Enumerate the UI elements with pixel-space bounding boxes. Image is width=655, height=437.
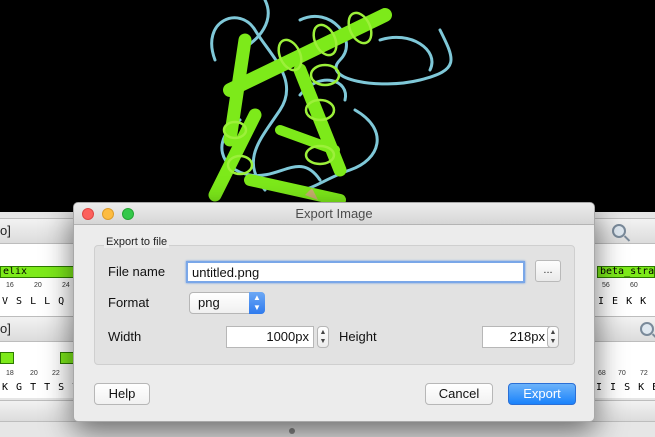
minimize-window-button[interactable]: [102, 208, 114, 220]
height-label: Height: [339, 329, 377, 344]
browse-button[interactable]: ...: [535, 260, 561, 282]
sequence-residues: I I S K E: [596, 382, 655, 393]
panel-header-label: o]: [0, 223, 11, 238]
sequence-residues: K G T T S Y: [2, 382, 80, 393]
ruler-tick: 20: [30, 370, 38, 377]
zoom-icon[interactable]: [640, 322, 654, 336]
dialog-titlebar[interactable]: Export Image: [74, 203, 594, 225]
maximize-window-button[interactable]: [122, 208, 134, 220]
dialog-title: Export Image: [295, 206, 373, 221]
protein-ribbon-render: [208, 0, 453, 206]
file-name-input[interactable]: untitled.png: [186, 261, 525, 283]
format-select[interactable]: png ▲ ▼: [189, 292, 265, 314]
group-label: Export to file: [104, 236, 170, 248]
ruler-tick: 72: [640, 370, 648, 377]
ruler-tick: 56: [602, 282, 610, 289]
select-arrows-icon: ▲ ▼: [249, 292, 265, 314]
format-selected-value: png: [198, 295, 220, 310]
sequence-residues: I E K K: [598, 296, 648, 307]
width-stepper[interactable]: ▲ ▼: [317, 326, 329, 348]
export-image-dialog: Export Image Export to file File name un…: [73, 202, 595, 422]
ruler-tick: 68: [598, 370, 606, 377]
ruler-tick: 60: [630, 282, 638, 289]
height-stepper[interactable]: ▲ ▼: [547, 326, 559, 348]
cancel-button[interactable]: Cancel: [425, 383, 493, 405]
ruler-tick: 18: [6, 370, 14, 377]
file-name-label: File name: [108, 264, 166, 279]
format-label: Format: [108, 295, 150, 310]
ruler-tick: 24: [62, 282, 70, 289]
strand-arrow: [0, 352, 14, 364]
panel-header-label: o]: [0, 321, 11, 336]
width-label: Width: [108, 329, 142, 344]
width-input[interactable]: 1000px: [226, 326, 314, 348]
help-button[interactable]: Help: [94, 383, 150, 405]
zoom-icon[interactable]: [612, 224, 626, 238]
molecule-viewer[interactable]: [0, 0, 655, 212]
sequence-residues: V S L L Q: [2, 296, 66, 307]
ruler-tick: 16: [6, 282, 14, 289]
ruler-tick: 22: [52, 370, 60, 377]
splitter-handle[interactable]: [289, 428, 295, 434]
ruler-tick: 20: [34, 282, 42, 289]
helix-track: elix: [0, 266, 75, 278]
close-window-button[interactable]: [82, 208, 94, 220]
beta-strand-track: beta_stra: [597, 266, 655, 278]
export-button[interactable]: Export: [508, 383, 576, 405]
height-input[interactable]: 218px: [482, 326, 550, 348]
ruler-tick: 70: [618, 370, 626, 377]
